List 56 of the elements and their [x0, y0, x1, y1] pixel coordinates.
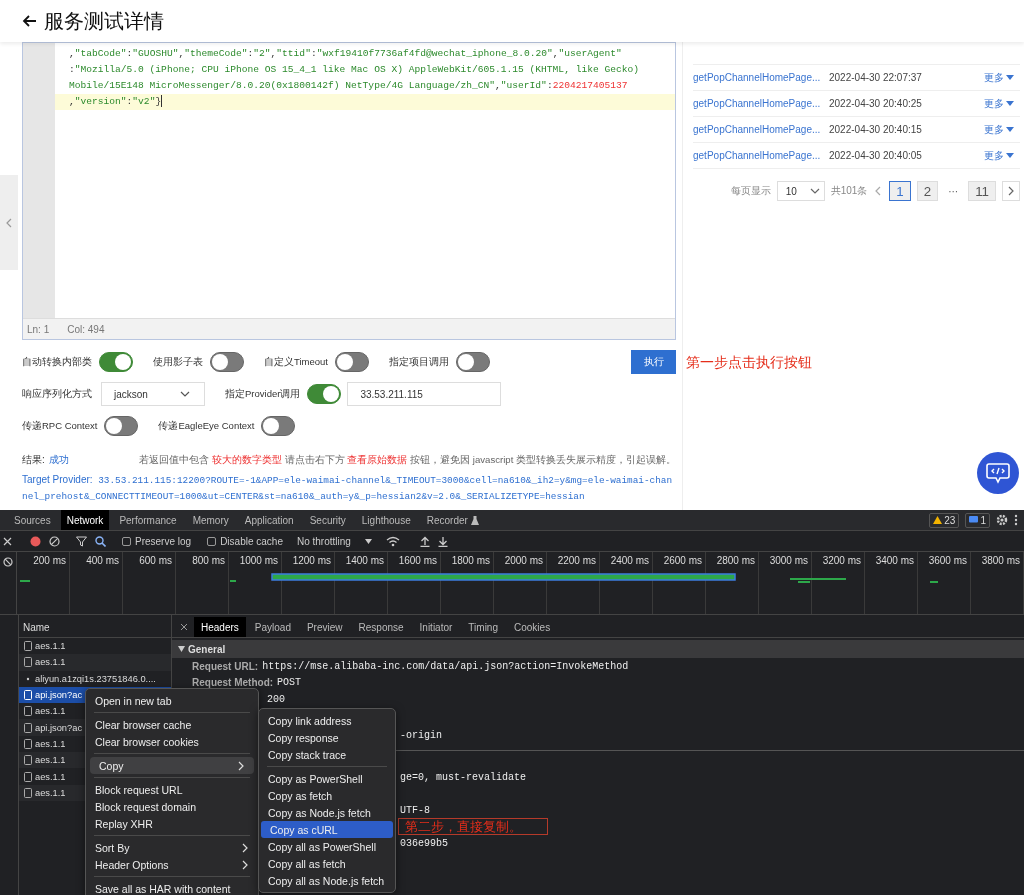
- annotation-text: 第二步，直接复制。: [398, 818, 548, 835]
- time-tick-label: 1200 ms: [292, 555, 331, 566]
- toggle-label: 指定Provider调用: [225, 387, 301, 401]
- header-value: 036e99b5: [400, 837, 448, 849]
- total-count: 共101条: [830, 184, 868, 198]
- time-tick-label: 200 ms: [33, 555, 66, 566]
- toggle-label: 传递RPC Context: [22, 419, 98, 433]
- time-tick-label: 3800 ms: [981, 555, 1020, 566]
- timestamp: 2022-04-30 20:40:25: [829, 98, 923, 109]
- time-tick-label: 3400 ms: [875, 555, 914, 566]
- toggle-label: 传递EagleEye Context: [158, 419, 255, 433]
- header-value: UTF-8: [400, 804, 430, 816]
- header-value: 200: [267, 693, 285, 705]
- annotation-text: 第一步点击执行按钮: [686, 354, 812, 372]
- time-tick-label: 1600 ms: [398, 555, 437, 566]
- time-tick-label: 1400 ms: [345, 555, 384, 566]
- toggle-label: 自定义Timeout: [264, 355, 328, 369]
- column-header: Name: [23, 621, 50, 633]
- time-tick-label: 3200 ms: [822, 555, 861, 566]
- time-tick-label: 600 ms: [139, 555, 172, 566]
- toggle-label: 使用影子表: [153, 355, 203, 369]
- time-tick-label: 2200 ms: [557, 555, 596, 566]
- timestamp: 2022-04-30 20:40:15: [829, 124, 923, 135]
- timestamp: 2022-04-30 22:07:37: [829, 72, 923, 83]
- header-value: ge=0, must-revalidate: [400, 771, 527, 783]
- target-provider-text: Target Provider: 33.53.211.115:12200?ROUTE=-1&APP=ele-waimai-channel&_TIMEOUT=3000&cell=na610&_ih2=y&mg=ele-waimai-channel_prehost&_CONNECTTIMEOUT=1000&ut=CENTER&st=na610&_auth=y&_p=hessian2&v=2.0&_SERIALIZETYPE=hessian: [22, 473, 674, 504]
- result-value: 成功: [48, 453, 69, 467]
- code-line: Mobile/15E148 MicroMessenger/8.0.20(0x1800142f) NetType/4G Language/zh_CN","userId":2204217405137: [68, 79, 629, 93]
- toggle-label: 指定项目调用: [388, 355, 449, 369]
- header-label: Request URL:: [191, 660, 259, 672]
- line-number: Ln: 1: [27, 323, 50, 335]
- field-label: 响应序列化方式: [22, 387, 92, 401]
- page-size-label: 每页显示: [730, 184, 771, 198]
- toggle-label: 自动转换内部类: [22, 355, 92, 369]
- time-tick-label: 2800 ms: [716, 555, 755, 566]
- notice-text: 若返回值中包含 较大的数字类型 请点击右下方 查看原始数据 按钮，避免因 javascript 类型转换丢失展示精度，引起误解。: [139, 453, 676, 467]
- time-tick-label: 2400 ms: [610, 555, 649, 566]
- header-value: https://mse.alibaba-inc.com/data/api.json?action=InvokeMethod: [262, 660, 629, 672]
- time-tick-label: 3000 ms: [769, 555, 808, 566]
- timestamp: 2022-04-30 20:40:05: [829, 150, 923, 161]
- time-tick-label: 800 ms: [192, 555, 225, 566]
- time-tick-label: 1800 ms: [451, 555, 490, 566]
- result-label: 结果:: [22, 453, 45, 467]
- time-tick-label: 400 ms: [86, 555, 119, 566]
- time-tick-label: 2000 ms: [504, 555, 543, 566]
- header-value: POST: [277, 677, 302, 689]
- page-ellipsis: ···: [947, 184, 960, 199]
- time-tick-label: 2600 ms: [663, 555, 702, 566]
- header-label: Request Method:: [191, 677, 274, 689]
- code-line: :"Mozilla/5.0 (iPhone; CPU iPhone OS 15_4_1 like Mac OS X) AppleWebKit/605.1.15 (KHTML, like Gecko): [68, 63, 640, 77]
- time-tick-label: 1000 ms: [239, 555, 278, 566]
- code-line: ,"tabCode":"GUOSHU","themeCode":"2","ttid":"wxf19410f7736af4fd@wechat_iphone_8.0.20","userAgent": [68, 47, 623, 61]
- page-title: 服务测试详情: [44, 8, 164, 34]
- column-number: Col: 494: [67, 323, 105, 335]
- header-value: -origin: [400, 730, 442, 742]
- time-tick-label: 3600 ms: [928, 555, 967, 566]
